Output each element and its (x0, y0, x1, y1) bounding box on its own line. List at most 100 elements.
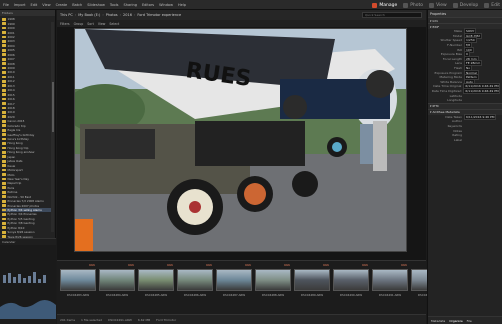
status-item: 6.62 MB (137, 317, 151, 322)
chevron-right-icon: › (102, 13, 104, 17)
mode-tab[interactable]: Photo (403, 2, 423, 8)
properties-tab[interactable]: Metadata (431, 319, 445, 323)
toolbar-item[interactable]: Select (109, 22, 119, 26)
menu-item[interactable]: Sharing (124, 3, 137, 7)
folder-icon (2, 84, 6, 88)
thumbnail[interactable]: RAW DSC04491.ARW (372, 264, 408, 300)
menu-item[interactable]: Edit (30, 3, 37, 7)
folder-icon (2, 226, 6, 230)
mode-tabs: Manage Photo View Develop Edit (372, 0, 500, 10)
thumbnail[interactable]: RAW DSC04489.ARW (294, 264, 330, 300)
thumbnail[interactable]: RAW DSC04483.ARW (60, 264, 96, 300)
property-section-title: EXIF (432, 24, 440, 29)
folder-icon (2, 79, 6, 83)
menu-item[interactable]: Editors (142, 3, 154, 7)
chevron-right-icon: › (74, 13, 77, 17)
folder-label: Canon 2015 (7, 119, 25, 124)
menu-item[interactable]: Create (56, 3, 68, 7)
folder-label: 2016 (7, 97, 15, 102)
folder-icon (2, 142, 6, 145)
property-section-title: IPTC (432, 104, 439, 108)
menu-item[interactable]: File (3, 3, 9, 7)
folder-scrollbar[interactable] (51, 22, 54, 232)
folder-icon (2, 124, 6, 128)
calendar-panel: Calendar (0, 238, 56, 324)
folder-icon (2, 31, 6, 34)
folder-icon (2, 75, 6, 79)
property-key: F-Number (447, 43, 462, 48)
mode-tab[interactable]: Develop (452, 2, 478, 8)
mode-tab[interactable]: Manage (372, 2, 397, 8)
property-key: ISO (456, 47, 462, 52)
folder-label: 2013 (7, 83, 15, 88)
thumbnail[interactable]: RAW DSC04487.ARW (216, 264, 252, 300)
property-key: Shutter Speed (440, 38, 463, 43)
file-type-badge: RAW (401, 264, 407, 267)
property-key: Rating (452, 133, 462, 138)
status-item: 291 items (60, 317, 76, 322)
folder-icon (2, 182, 6, 185)
thumbnail[interactable]: RAW DSC04484.ARW (99, 264, 135, 300)
folder-icon (2, 177, 6, 181)
search-input[interactable]: Quick Search (362, 12, 422, 18)
folder-icon (2, 204, 6, 207)
folder-label: Petrine (7, 190, 18, 195)
mode-tab[interactable]: View (429, 2, 447, 8)
menu-item[interactable]: Window (159, 3, 173, 7)
thumbnail-image (333, 269, 369, 291)
property-key: Metering Mode (439, 75, 462, 80)
folder-icon (2, 119, 6, 123)
properties-tab[interactable]: File (467, 319, 472, 323)
folder-label: 2008 (7, 61, 15, 66)
menu-item[interactable]: Import (14, 3, 26, 7)
breadcrumb-item[interactable]: 2016 (123, 13, 132, 17)
thumbnail[interactable]: RAW DSC04488.ARW (255, 264, 291, 300)
status-item: Ford Trimotor (156, 317, 177, 322)
menu-item[interactable]: Batch (72, 3, 82, 7)
breadcrumb-item[interactable]: Ford Trimotor experience (137, 13, 181, 17)
folder-icon (2, 93, 6, 97)
folder-label: Hong Kong airshow (7, 150, 35, 155)
property-row: Label (428, 137, 502, 142)
property-key: White Balance (440, 79, 462, 84)
file-type-badge: RAW (362, 264, 368, 267)
folder-label: Gina's birthday (7, 137, 29, 142)
menu-item[interactable]: Help (178, 3, 186, 7)
folder-label: 2012 (7, 79, 15, 84)
folder-icon (2, 102, 6, 105)
folder-icon (2, 57, 6, 61)
property-key: Label (453, 137, 462, 142)
folder-label: Python 5/5 Genting (7, 216, 35, 221)
properties-header: Properties (428, 10, 502, 17)
thumbnail[interactable]: RAW DSC04486.ARW (177, 264, 213, 300)
folder-icon (2, 35, 6, 39)
calendar-graph (0, 245, 56, 319)
breadcrumb-item[interactable]: This PC (60, 13, 73, 17)
toolbar-item[interactable]: Filters (60, 22, 70, 26)
breadcrumb-item[interactable]: My Book (E:) (78, 13, 100, 17)
property-key: Notes (453, 128, 462, 133)
folder-icon (2, 159, 6, 163)
toolbar-item[interactable]: Group (74, 22, 84, 26)
folder-label: Kauai (7, 163, 16, 168)
toolbar-item[interactable]: View (98, 22, 106, 26)
properties-tab[interactable]: Organize (449, 319, 462, 323)
thumbnail[interactable]: RAW DSC04485.ARW (138, 264, 174, 300)
folder-label: Sonya 8/26 session (7, 230, 35, 235)
folder-icon (2, 186, 6, 190)
folder-label: 2004 (7, 43, 15, 48)
filter-toolbar: Filters Group Sort View Select (57, 20, 426, 27)
property-value[interactable]: 6/11/2016 9:46:49 PM (463, 88, 500, 95)
folder-icon (2, 213, 6, 216)
breadcrumb-item[interactable]: Photos (106, 13, 118, 17)
folder-icon (2, 53, 6, 57)
thumbnail[interactable]: RAW DSC04490.ARW (333, 264, 369, 300)
menu-item[interactable]: View (42, 3, 50, 7)
folder-label: Python 3/4 seting Alamo (7, 208, 42, 213)
menu-item[interactable]: Slideshow (87, 3, 105, 7)
toolbar-item[interactable]: Sort (87, 22, 94, 26)
property-value[interactable]: 6/11/2016 9:46 PM (464, 113, 497, 120)
menu-item[interactable]: Tools (110, 3, 119, 7)
folder-label: Paris (7, 185, 15, 190)
mode-tab[interactable]: Edit (484, 2, 500, 8)
